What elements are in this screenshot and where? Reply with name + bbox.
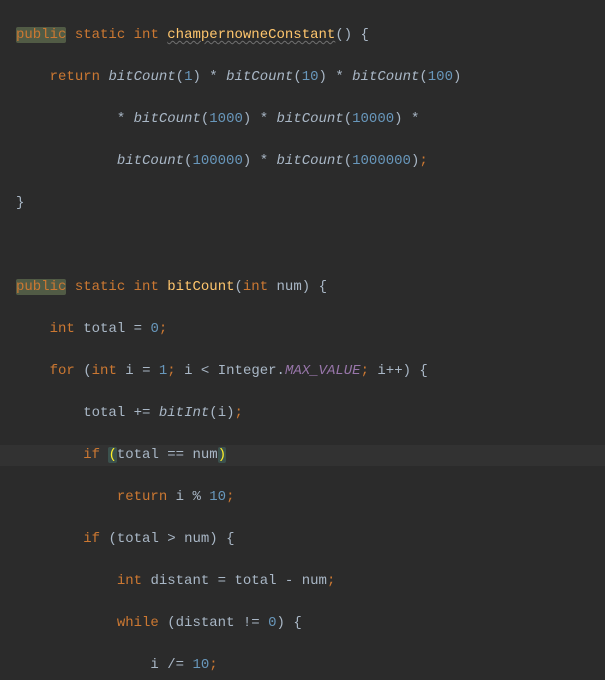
code-line[interactable]: } — [0, 193, 605, 214]
identifier: i — [150, 657, 158, 673]
identifier: i — [125, 363, 133, 379]
number-literal: 10 — [302, 69, 319, 85]
number-literal: 10 — [209, 489, 226, 505]
brace: { — [361, 27, 369, 43]
keyword-public: public — [16, 27, 66, 43]
keyword-int: int — [117, 573, 142, 589]
method-call: bitCount — [277, 111, 344, 127]
paren: ( — [335, 27, 343, 43]
identifier: distant — [150, 573, 209, 589]
method-name: bitCount — [167, 279, 234, 295]
semicolon: ; — [419, 153, 427, 169]
keyword-return: return — [117, 489, 167, 505]
identifier: i — [184, 363, 192, 379]
keyword-int: int — [134, 27, 159, 43]
blank-line[interactable] — [0, 235, 605, 256]
keyword-while: while — [117, 615, 159, 631]
keyword-return: return — [50, 69, 100, 85]
method-name: champernowneConstant — [167, 27, 335, 43]
keyword-if: if — [83, 447, 100, 463]
code-line[interactable]: total += bitInt(i); — [0, 403, 605, 424]
identifier: distant — [176, 615, 235, 631]
code-line[interactable]: int distant = total - num; — [0, 571, 605, 592]
code-line[interactable]: return i % 10; — [0, 487, 605, 508]
number-literal: 10000 — [352, 111, 394, 127]
keyword-int: int — [92, 363, 117, 379]
method-call: bitCount — [352, 69, 419, 85]
identifier: total — [234, 573, 276, 589]
number-literal: 10 — [192, 657, 209, 673]
identifier: total — [117, 531, 159, 547]
paren: ) — [344, 27, 352, 43]
identifier: i — [176, 489, 184, 505]
keyword-for: for — [50, 363, 75, 379]
identifier: i — [218, 405, 226, 421]
code-line[interactable]: return bitCount(1) * bitCount(10) * bitC… — [0, 67, 605, 88]
identifier: i — [377, 363, 385, 379]
identifier: num — [302, 573, 327, 589]
matched-bracket: ) — [218, 447, 226, 463]
code-line[interactable]: i /= 10; — [0, 655, 605, 676]
code-line[interactable]: if (total > num) { — [0, 529, 605, 550]
identifier: Integer — [218, 363, 277, 379]
code-line[interactable]: public static int bitCount(int num) { — [0, 277, 605, 298]
code-line[interactable]: bitCount(100000) * bitCount(1000000); — [0, 151, 605, 172]
number-literal: 100000 — [192, 153, 242, 169]
method-call: bitCount — [134, 111, 201, 127]
keyword-int: int — [134, 279, 159, 295]
brace: } — [16, 195, 24, 211]
code-line[interactable]: * bitCount(1000) * bitCount(10000) * — [0, 109, 605, 130]
identifier: num — [184, 531, 209, 547]
code-line[interactable]: while (distant != 0) { — [0, 613, 605, 634]
method-call: bitInt — [159, 405, 209, 421]
keyword-int: int — [50, 321, 75, 337]
keyword-public: public — [16, 279, 66, 295]
keyword-static: static — [75, 27, 125, 43]
method-call: bitCount — [277, 153, 344, 169]
code-line[interactable]: for (int i = 1; i < Integer.MAX_VALUE; i… — [0, 361, 605, 382]
param: num — [277, 279, 302, 295]
identifier: num — [192, 447, 217, 463]
number-literal: 1000 — [209, 111, 243, 127]
number-literal: 1000000 — [352, 153, 411, 169]
method-call: bitCount — [117, 153, 184, 169]
keyword-static: static — [75, 279, 125, 295]
code-line[interactable]: public static int champernowneConstant()… — [0, 25, 605, 46]
constant: MAX_VALUE — [285, 363, 361, 379]
code-line-highlighted[interactable]: if (total == num) — [0, 445, 605, 466]
identifier: total — [117, 447, 159, 463]
identifier: total — [83, 405, 125, 421]
code-line[interactable]: int total = 0; — [0, 319, 605, 340]
method-call: bitCount — [108, 69, 175, 85]
number-literal: 100 — [428, 69, 453, 85]
method-call: bitCount — [226, 69, 293, 85]
matched-bracket: ( — [108, 447, 116, 463]
number-literal: 0 — [150, 321, 158, 337]
keyword-if: if — [83, 531, 100, 547]
code-editor[interactable]: public static int champernowneConstant()… — [0, 0, 605, 680]
keyword-int: int — [243, 279, 268, 295]
number-literal: 0 — [268, 615, 276, 631]
identifier: total — [83, 321, 125, 337]
